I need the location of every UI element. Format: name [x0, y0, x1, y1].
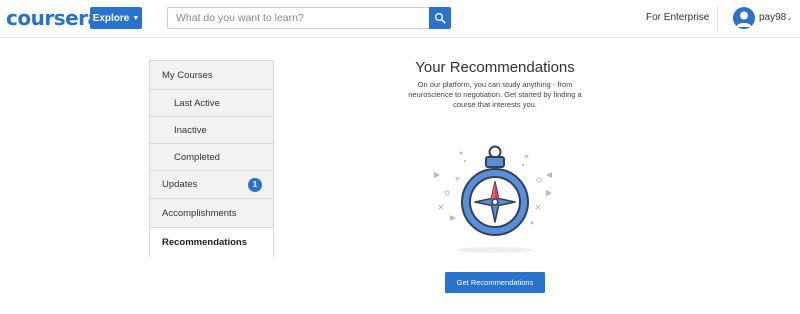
sidebar-item-inactive[interactable]: Inactive: [149, 117, 274, 144]
search-icon: [434, 12, 446, 24]
coursera-logo[interactable]: coursera: [6, 6, 101, 30]
compass-icon: [434, 145, 552, 253]
username-label[interactable]: pay98: [759, 12, 786, 23]
search-button[interactable]: [429, 7, 451, 29]
get-recommendations-button[interactable]: Get Recommendations: [445, 272, 545, 293]
sidebar-item-label: Accomplishments: [162, 207, 237, 219]
page-title: Your Recommendations: [415, 59, 575, 76]
chevron-down-icon[interactable]: ⌄: [786, 13, 793, 22]
search-input[interactable]: [167, 7, 429, 29]
sidebar-item-label: Updates: [162, 179, 198, 190]
sidebar-item-label: Last Active: [174, 97, 220, 109]
sidebar-nav: My Courses Last Active Inactive Complete…: [149, 60, 274, 257]
sidebar-item-my-courses[interactable]: My Courses: [149, 60, 274, 90]
top-header: coursera Explore ▼ For Enterprise pay98 …: [0, 0, 800, 38]
explore-button[interactable]: Explore ▼: [90, 7, 142, 29]
explore-button-label: Explore: [92, 12, 130, 24]
sidebar-item-label: Inactive: [174, 124, 207, 136]
chevron-down-icon: ▼: [132, 14, 140, 22]
user-avatar-icon[interactable]: [733, 7, 755, 29]
sidebar-item-last-active[interactable]: Last Active: [149, 90, 274, 117]
sidebar-item-label: Completed: [174, 151, 220, 163]
for-enterprise-link[interactable]: For Enterprise: [646, 12, 709, 23]
sidebar-item-recommendations[interactable]: Recommendations: [149, 228, 274, 257]
sidebar-item-label: My Courses: [162, 69, 213, 81]
updates-count-badge: 1: [248, 177, 262, 192]
sidebar-item-updates[interactable]: Updates 1: [149, 171, 274, 199]
header-divider: [717, 6, 718, 32]
sidebar-item-accomplishments[interactable]: Accomplishments: [149, 199, 274, 228]
sidebar-item-label: Recommendations: [162, 237, 247, 248]
sidebar-item-completed[interactable]: Completed: [149, 144, 274, 171]
page-description: On our platform, you can study anything …: [408, 80, 582, 109]
